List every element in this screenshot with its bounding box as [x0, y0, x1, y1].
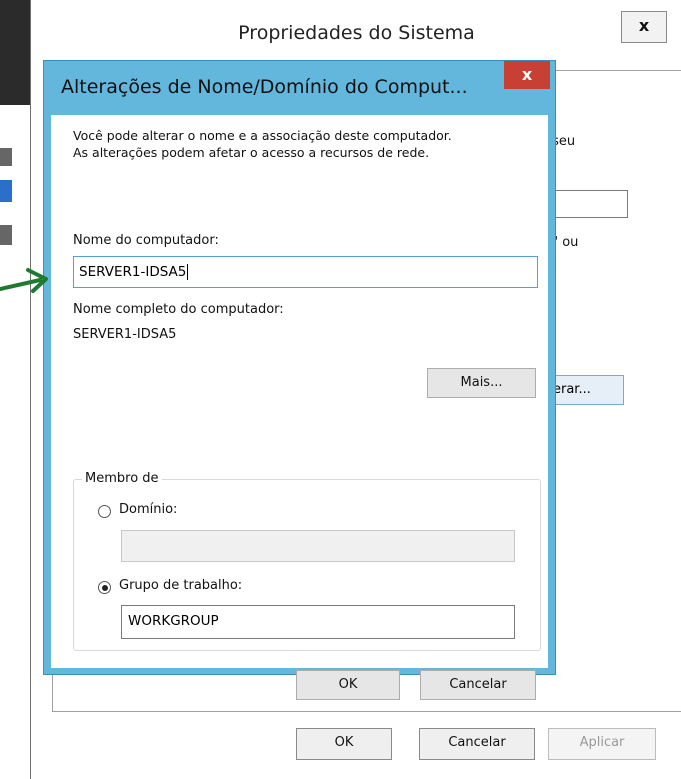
- workgroup-label: Grupo de trabalho:: [119, 578, 243, 593]
- dialog-body: Você pode alterar o nome e a associação …: [51, 115, 548, 700]
- system-properties-ok-button[interactable]: OK: [296, 728, 392, 760]
- member-of-label: Membro de: [82, 471, 162, 486]
- system-properties-apply-button[interactable]: Aplicar: [548, 728, 656, 760]
- system-properties-titlebar: Propriedades do Sistema x: [31, 0, 681, 62]
- dialog-close-button[interactable]: x: [504, 61, 550, 89]
- domain-label: Domínio:: [119, 502, 178, 517]
- intro-line: As alterações podem afetar o acesso a re…: [73, 145, 430, 160]
- workgroup-input[interactable]: WORKGROUP: [121, 605, 515, 639]
- desktop-icon: [0, 180, 12, 202]
- text-caret: [187, 264, 189, 280]
- desktop-icon: [0, 225, 12, 245]
- computer-name-value: SERVER1-IDSA5: [79, 264, 187, 280]
- dialog-ok-button[interactable]: OK: [296, 670, 400, 700]
- dialog-title: Alterações de Nome/Domínio do Comput...: [61, 76, 468, 98]
- full-name-label: Nome completo do computador:: [73, 302, 284, 317]
- member-of-group: Membro de Domínio: Grupo de trabalho: WO…: [73, 471, 541, 651]
- domain-input[interactable]: [121, 530, 515, 562]
- intro-line: Você pode alterar o nome e a associação …: [73, 128, 452, 143]
- dialog-cancel-button[interactable]: Cancelar: [420, 670, 536, 700]
- computer-name-dialog: Alterações de Nome/Domínio do Comput... …: [43, 60, 556, 700]
- full-name-value: SERVER1-IDSA5: [73, 327, 177, 342]
- computer-name-label: Nome do computador:: [73, 233, 219, 248]
- system-properties-title: Propriedades do Sistema: [238, 22, 475, 44]
- system-properties-close-button[interactable]: x: [621, 11, 667, 43]
- arrow-right-icon: [0, 268, 48, 293]
- workgroup-radio[interactable]: [98, 581, 111, 594]
- desktop-top-region: [0, 0, 30, 105]
- domain-radio[interactable]: [98, 505, 111, 518]
- system-properties-cancel-button[interactable]: Cancelar: [419, 728, 535, 760]
- dialog-intro: Você pode alterar o nome e a associação …: [73, 127, 543, 161]
- computer-name-input[interactable]: SERVER1-IDSA5: [73, 256, 538, 288]
- desktop-background: [0, 0, 30, 779]
- more-button[interactable]: Mais...: [427, 368, 536, 398]
- desktop-icon: [0, 148, 12, 166]
